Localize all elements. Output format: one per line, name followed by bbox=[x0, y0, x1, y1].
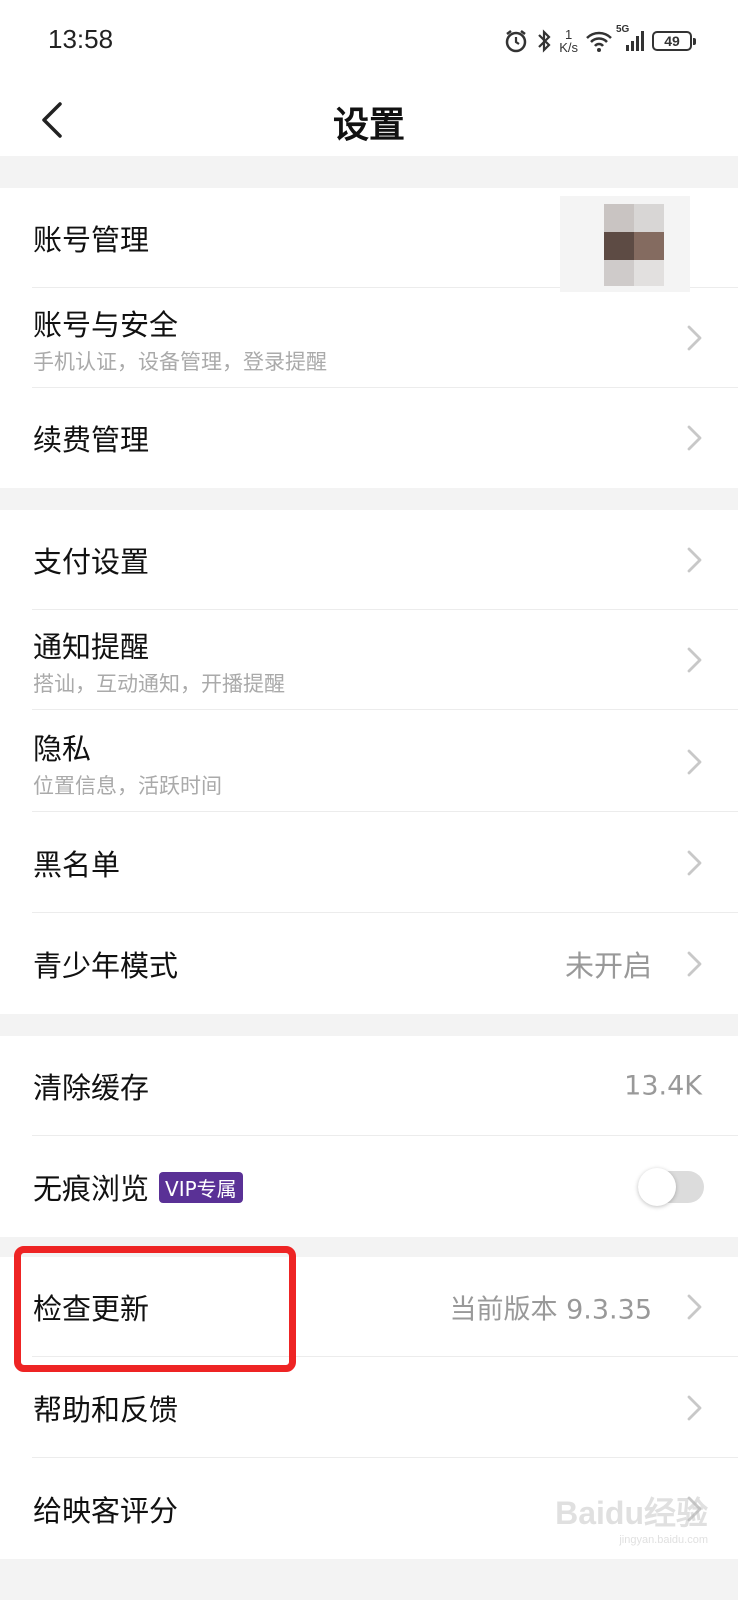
status-icons: 1 K/s 5G 49 bbox=[503, 24, 696, 56]
settings-item-renewal-management[interactable]: 续费管理 bbox=[0, 388, 738, 488]
item-label: 支付设置 bbox=[33, 545, 150, 579]
wifi-icon bbox=[584, 26, 614, 56]
item-label: 通知提醒 bbox=[33, 630, 150, 664]
settings-item-privacy[interactable]: 隐私 位置信息，活跃时间 bbox=[0, 712, 738, 812]
teen-mode-status: 未开启 bbox=[564, 949, 652, 983]
bluetooth-icon bbox=[535, 26, 553, 56]
battery-level: 49 bbox=[664, 33, 680, 49]
chevron-right-icon bbox=[687, 951, 702, 977]
settings-item-clear-cache[interactable]: 清除缓存 13.4K bbox=[0, 1036, 738, 1136]
current-version: 当前版本 9.3.35 bbox=[449, 1294, 652, 1326]
item-label: 给映客评分 bbox=[33, 1494, 179, 1528]
battery-icon: 49 bbox=[652, 31, 696, 51]
item-subtitle: 手机认证，设备管理，登录提醒 bbox=[33, 350, 327, 374]
chevron-right-icon bbox=[687, 647, 702, 673]
item-label: 清除缓存 bbox=[33, 1071, 150, 1105]
cache-size: 13.4K bbox=[624, 1070, 702, 1102]
divider bbox=[32, 912, 738, 913]
section-gap bbox=[0, 1014, 738, 1036]
settings-item-account-management[interactable]: 账号管理 bbox=[0, 188, 738, 288]
divider bbox=[32, 811, 738, 812]
toggle-knob bbox=[638, 1168, 676, 1206]
item-label: 账号管理 bbox=[33, 223, 150, 257]
status-bar: 13:58 1 K/s 5G 49 bbox=[0, 0, 738, 84]
settings-item-blacklist[interactable]: 黑名单 bbox=[0, 813, 738, 913]
chevron-right-icon bbox=[687, 1395, 702, 1421]
chevron-right-icon bbox=[687, 1294, 702, 1320]
watermark-text: Baidu经验 bbox=[555, 1495, 708, 1531]
divider bbox=[32, 1135, 738, 1136]
settings-item-account-security[interactable]: 账号与安全 手机认证，设备管理，登录提醒 bbox=[0, 288, 738, 388]
item-label: 账号与安全 bbox=[33, 308, 179, 342]
item-label: 青少年模式 bbox=[33, 949, 179, 983]
page-title: 设置 bbox=[332, 105, 405, 146]
divider bbox=[32, 1457, 738, 1458]
highlight-box bbox=[14, 1246, 296, 1372]
watermark: Baidu经验 jingyan.baidu.com bbox=[555, 1488, 708, 1546]
section-gap bbox=[0, 156, 738, 188]
incognito-toggle[interactable] bbox=[638, 1168, 704, 1206]
chevron-right-icon bbox=[687, 325, 702, 351]
chevron-right-icon bbox=[687, 547, 702, 573]
cellular-signal-icon: 5G bbox=[616, 24, 646, 56]
item-label: 帮助和反馈 bbox=[33, 1393, 179, 1427]
alarm-icon bbox=[503, 26, 529, 56]
item-label: 无痕浏览 VIP专属 bbox=[33, 1166, 243, 1208]
settings-item-payment[interactable]: 支付设置 bbox=[0, 510, 738, 610]
item-subtitle: 位置信息，活跃时间 bbox=[33, 774, 222, 798]
watermark-url: jingyan.baidu.com bbox=[619, 1534, 708, 1546]
chevron-right-icon bbox=[687, 850, 702, 876]
settings-item-help-feedback[interactable]: 帮助和反馈 bbox=[0, 1358, 738, 1458]
settings-item-notifications[interactable]: 通知提醒 搭讪，互动通知，开播提醒 bbox=[0, 610, 738, 710]
chevron-right-icon bbox=[687, 425, 702, 451]
settings-item-incognito-browsing: 无痕浏览 VIP专属 bbox=[0, 1137, 738, 1237]
section-gap bbox=[0, 488, 738, 510]
nav-bar: 设置 bbox=[0, 84, 738, 156]
status-time: 13:58 bbox=[48, 24, 114, 54]
vip-badge: VIP专属 bbox=[159, 1172, 243, 1203]
item-subtitle: 搭讪，互动通知，开播提醒 bbox=[33, 672, 285, 696]
item-label: 隐私 bbox=[33, 732, 92, 766]
settings-item-teen-mode[interactable]: 青少年模式 未开启 bbox=[0, 914, 738, 1014]
item-label: 黑名单 bbox=[33, 848, 121, 882]
chevron-right-icon bbox=[687, 749, 702, 775]
item-label: 续费管理 bbox=[33, 423, 150, 457]
divider bbox=[32, 709, 738, 710]
section-gap bbox=[0, 1559, 738, 1600]
net-speed: 1 K/s bbox=[559, 27, 578, 55]
